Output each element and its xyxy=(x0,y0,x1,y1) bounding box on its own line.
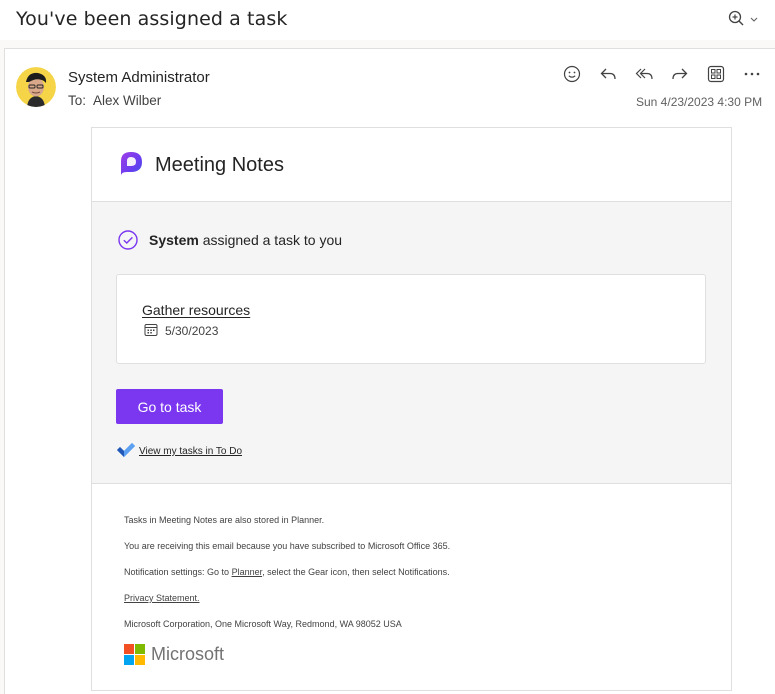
footer-privacy: Privacy Statement. xyxy=(124,593,200,603)
avatar-photo xyxy=(16,67,56,107)
emoji-icon xyxy=(563,65,581,83)
task-title-link[interactable]: Gather resources xyxy=(142,302,250,318)
apps-button[interactable] xyxy=(705,63,727,85)
planner-link[interactable]: Planner xyxy=(232,567,263,577)
reply-icon xyxy=(600,68,616,80)
sent-date: Sun 4/23/2023 4:30 PM xyxy=(636,95,763,109)
assigner-name: System xyxy=(149,232,199,248)
footer-address: Microsoft Corporation, One Microsoft Way… xyxy=(124,619,402,629)
forward-icon xyxy=(672,68,688,80)
footer-settings-suffix: , select the Gear icon, then select Noti… xyxy=(262,567,450,577)
sender-name[interactable]: System Administrator xyxy=(68,69,210,86)
logo-square-blue xyxy=(124,655,134,665)
reply-all-button[interactable] xyxy=(633,63,655,85)
logo-square-red xyxy=(124,644,134,654)
view-todo-link[interactable]: View my tasks in To Do xyxy=(139,446,242,457)
subject-bar: You've been assigned a task xyxy=(0,0,775,40)
logo-square-yellow xyxy=(135,655,145,665)
reply-button[interactable] xyxy=(597,63,619,85)
brand-name: Meeting Notes xyxy=(155,154,284,176)
more-icon xyxy=(744,72,760,76)
footer-notification-settings: Notification settings: Go to Planner, se… xyxy=(124,567,450,577)
check-circle-icon xyxy=(118,230,138,250)
apps-icon xyxy=(707,65,725,83)
assign-text: assigned a task to you xyxy=(198,232,343,248)
avatar[interactable] xyxy=(16,67,56,107)
logo-square-green xyxy=(135,644,145,654)
task-section: System assigned a task to you Gather res… xyxy=(92,202,731,484)
zoom-in-icon xyxy=(728,10,758,26)
todo-check-icon xyxy=(117,443,135,457)
footer-settings-prefix: Notification settings: Go to xyxy=(124,567,232,577)
privacy-statement-link[interactable]: Privacy Statement. xyxy=(124,593,200,603)
recipient-line: To: Alex Wilber xyxy=(68,93,161,108)
email-body: Meeting Notes System assigned a task to … xyxy=(91,127,732,691)
go-to-task-button[interactable]: Go to task xyxy=(116,389,223,424)
recipient-name[interactable]: Alex Wilber xyxy=(93,93,161,108)
meeting-notes-logo xyxy=(121,152,142,176)
microsoft-wordmark: Microsoft xyxy=(151,644,225,664)
footer-subscription-note: You are receiving this email because you… xyxy=(124,541,451,551)
brand-header: Meeting Notes xyxy=(92,128,731,202)
forward-button[interactable] xyxy=(669,63,691,85)
task-card: Gather resources 5/30/2023 xyxy=(116,274,706,364)
to-label: To: xyxy=(68,93,87,108)
reply-all-icon xyxy=(635,68,653,80)
footer-planner-note: Tasks in Meeting Notes are also stored i… xyxy=(124,515,325,525)
email-subject: You've been assigned a task xyxy=(16,8,288,30)
emoji-button[interactable] xyxy=(561,63,583,85)
more-actions-button[interactable] xyxy=(741,63,763,85)
zoom-button[interactable] xyxy=(727,9,763,29)
calendar-icon xyxy=(144,324,158,336)
task-due-date: 5/30/2023 xyxy=(165,324,219,338)
